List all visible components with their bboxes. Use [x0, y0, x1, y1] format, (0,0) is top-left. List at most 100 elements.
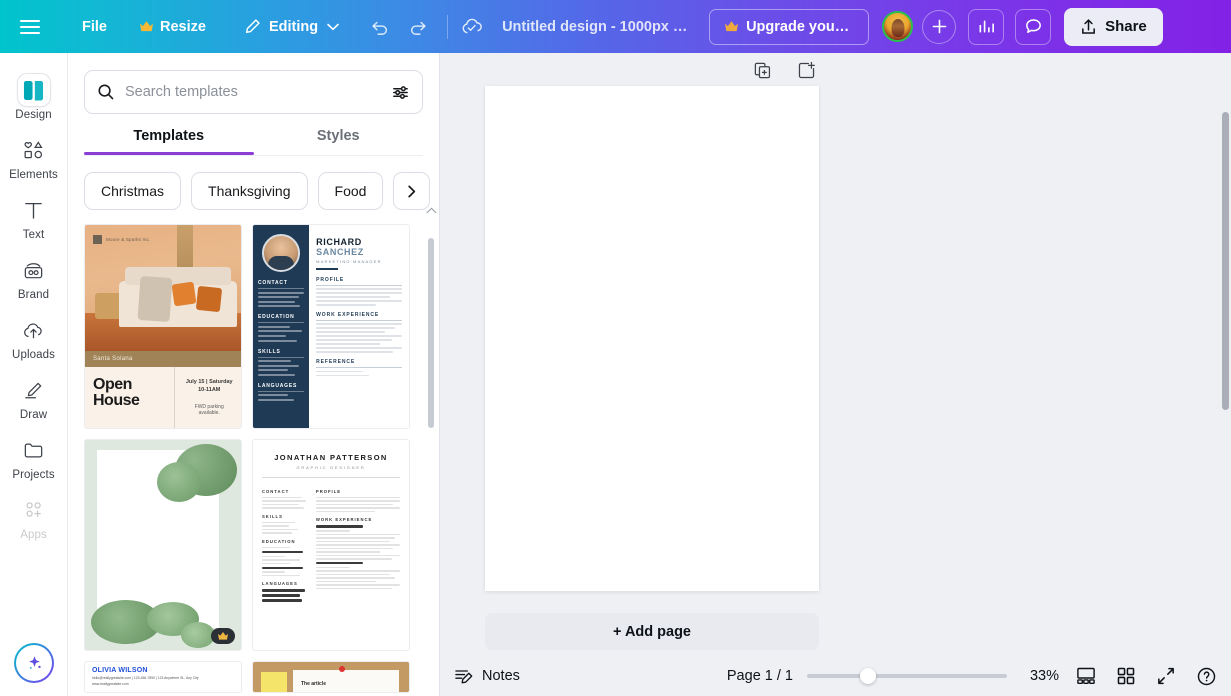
search-icon — [97, 83, 115, 101]
canva-editor-window: File Resize Editing Untitled design - 10… — [0, 0, 1231, 696]
design-icon — [17, 74, 50, 106]
page-indicator[interactable]: Page 1 / 1 — [727, 668, 793, 684]
resume-last-name: SANCHEZ — [316, 247, 364, 257]
sidebar-item-uploads[interactable]: Uploads — [4, 307, 64, 367]
redo-button[interactable] — [403, 9, 433, 45]
sidebar-label-elements: Elements — [9, 169, 58, 181]
chip-thanksgiving[interactable]: Thanksgiving — [191, 172, 308, 210]
sidebar-label-draw: Draw — [19, 409, 48, 421]
share-label: Share — [1105, 18, 1147, 35]
sidebar-item-apps[interactable]: Apps — [4, 487, 64, 547]
template-brand-mark: Moore & Sparks Inc. — [93, 235, 151, 244]
template-card-eucalyptus[interactable] — [84, 439, 242, 651]
chip-food[interactable]: Food — [317, 172, 384, 210]
undo-button[interactable] — [365, 9, 395, 45]
user-avatar[interactable] — [882, 11, 914, 42]
fullscreen-expand-icon[interactable] — [1153, 663, 1179, 689]
template-card-olivia-wilson[interactable]: OLIVIA WILSON hello@reallygreatsite.com … — [84, 661, 242, 693]
add-page-label: + Add page — [612, 623, 691, 640]
help-question-icon[interactable] — [1193, 663, 1219, 689]
section-education: EDUCATION — [258, 314, 304, 323]
resume-name: RICHARD SANCHEZ — [316, 237, 402, 257]
template-card-jonathan-patterson[interactable]: JONATHAN PATTERSON GRAPHIC DESIGNER CONT… — [252, 439, 410, 651]
upgrade-plan-label: Upgrade your pl... — [746, 18, 854, 35]
editing-mode-button[interactable]: Editing — [234, 10, 349, 44]
chip-christmas-label: Christmas — [101, 183, 165, 199]
filter-sliders-icon[interactable] — [391, 83, 410, 102]
share-button[interactable]: Share — [1064, 7, 1163, 46]
resume-contact: hello@reallygreatsite.com | 123-456-7890… — [92, 676, 199, 680]
comments-button[interactable] — [1015, 8, 1052, 45]
chip-thanksgiving-label: Thanksgiving — [208, 183, 291, 199]
design-canvas-page[interactable] — [485, 86, 819, 591]
resume-name: OLIVIA WILSON — [92, 667, 148, 674]
share-upload-icon — [1080, 18, 1097, 36]
template-card-corkboard[interactable]: The article — [252, 661, 410, 693]
sidebar-item-elements[interactable]: Elements — [4, 127, 64, 187]
category-chip-row: Christmas Thanksgiving Food — [84, 172, 439, 210]
search-templates-field[interactable] — [84, 70, 423, 114]
sidebar-item-text[interactable]: Text — [4, 187, 64, 247]
open-house-details: Open House July 15 | Saturday 10-11AM FW… — [85, 367, 241, 428]
chip-scroll-next[interactable] — [393, 172, 431, 210]
sidebar-label-design: Design — [15, 109, 52, 121]
open-house-time: 10-11AM — [198, 386, 221, 393]
section-contact: CONTACT — [262, 488, 290, 494]
resume-right-column: PROFILE WORK EXPERIENCE — [315, 484, 400, 604]
tab-templates[interactable]: Templates — [84, 128, 254, 155]
panel-scrollbar[interactable] — [426, 207, 437, 694]
magic-sparkle-icon[interactable] — [14, 643, 54, 683]
hamburger-icon[interactable] — [20, 12, 50, 42]
sidebar-item-projects[interactable]: Projects — [4, 427, 64, 487]
section-work-experience: WORK EXPERIENCE — [316, 312, 402, 321]
cloud-saved-icon[interactable] — [454, 9, 490, 45]
open-house-meta: July 15 | Saturday 10-11AM FWD parking a… — [175, 367, 241, 428]
pushpin-decor — [339, 666, 345, 672]
zoom-level-value[interactable]: 33% — [1021, 668, 1059, 684]
uploads-icon — [18, 314, 50, 346]
pencil-icon — [244, 18, 261, 35]
section-languages: LANGUAGES — [258, 383, 304, 392]
sidebar-item-draw[interactable]: Draw — [4, 367, 64, 427]
workspace-scrollbar-thumb[interactable] — [1222, 112, 1229, 410]
duplicate-page-icon[interactable] — [748, 56, 776, 84]
sidebar-item-brand[interactable]: Brand — [4, 247, 64, 307]
crown-icon — [724, 20, 739, 33]
grid-view-icon[interactable] — [1113, 663, 1139, 689]
notes-button[interactable]: Notes — [454, 667, 520, 686]
resize-label: Resize — [159, 18, 206, 35]
sidebar-label-uploads: Uploads — [12, 349, 55, 361]
brand-icon — [18, 254, 50, 286]
sidebar-item-design[interactable]: Design — [4, 67, 64, 127]
document-title[interactable]: Untitled design - 1000px × 150... — [490, 19, 705, 35]
chip-christmas[interactable]: Christmas — [84, 172, 182, 210]
caret-up-icon[interactable] — [426, 207, 437, 214]
template-card-open-house[interactable]: Moore & Sparks Inc. Santa Solana Open Ho… — [84, 224, 242, 429]
canvas-workspace: + Add page — [440, 53, 1231, 696]
panel-scrollbar-thumb[interactable] — [428, 238, 434, 428]
tab-templates-label: Templates — [133, 128, 205, 144]
zoom-slider-track — [807, 674, 1007, 678]
elements-icon — [18, 134, 50, 166]
crown-icon — [217, 631, 229, 641]
section-profile: PROFILE — [315, 488, 342, 494]
resume-left-column: CONTACT SKILLS EDUCATION LANGUAGES — [262, 484, 309, 604]
zoom-slider-knob[interactable] — [859, 668, 876, 684]
insights-button[interactable] — [968, 8, 1005, 45]
template-card-richard-sanchez[interactable]: CONTACT EDUCATION SKILLS LANGUAGES RICHA… — [252, 224, 410, 429]
add-page-button[interactable]: + Add page — [485, 613, 819, 650]
upgrade-plan-button[interactable]: Upgrade your pl... — [709, 8, 870, 45]
file-menu-button[interactable]: File — [72, 10, 117, 44]
zoom-slider[interactable] — [807, 668, 1007, 684]
add-page-icon[interactable] — [792, 56, 820, 84]
add-member-button[interactable] — [922, 9, 957, 44]
template-grid: Moore & Sparks Inc. Santa Solana Open Ho… — [84, 224, 414, 693]
editing-label: Editing — [268, 18, 319, 35]
resize-button[interactable]: Resize — [129, 10, 216, 44]
resume-name: JONATHAN PATTERSON — [274, 453, 388, 462]
open-house-title-line1: Open — [93, 376, 132, 393]
search-input[interactable] — [125, 84, 381, 100]
section-education: EDUCATION — [262, 538, 296, 544]
tab-styles[interactable]: Styles — [254, 128, 424, 155]
presenter-view-icon[interactable] — [1073, 663, 1099, 689]
